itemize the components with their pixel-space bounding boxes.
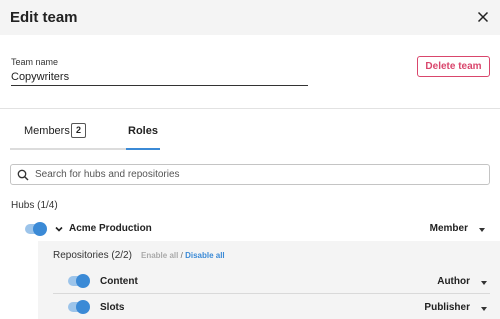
disable-all-link[interactable]: Disable all: [185, 251, 225, 260]
repositories-panel: Repositories (2/2) Enable all / Disable …: [38, 241, 500, 319]
caret-down-icon: [481, 307, 487, 311]
hub-enabled-toggle[interactable]: [25, 222, 47, 236]
repo-bulk-actions: Enable all / Disable all: [141, 251, 225, 260]
hub-role-select[interactable]: Member: [368, 223, 488, 237]
team-name-input[interactable]: [11, 68, 308, 86]
repository-row: Content Author: [53, 268, 490, 294]
repository-role-select[interactable]: Publisher: [370, 302, 490, 316]
repository-row: Slots Publisher: [53, 294, 490, 319]
search-box: [10, 164, 490, 185]
repository-name: Content: [100, 276, 138, 287]
close-button[interactable]: [474, 8, 492, 26]
repositories-header: Repositories (2/2): [53, 250, 132, 261]
delete-team-button[interactable]: Delete team: [417, 56, 490, 77]
repository-role-value: Author: [437, 276, 470, 287]
team-name-label: Team name: [11, 57, 59, 67]
tab-members[interactable]: Members 2: [10, 116, 126, 150]
hub-role-value: Member: [429, 223, 468, 234]
members-count-badge: 2: [71, 123, 86, 138]
chevron-down-icon[interactable]: [54, 224, 64, 234]
tab-roles-label: Roles: [128, 125, 158, 137]
caret-down-icon: [481, 281, 487, 285]
hub-name: Acme Production: [69, 223, 152, 234]
tab-roles[interactable]: Roles: [126, 116, 160, 150]
dialog-header: Edit team: [0, 0, 500, 35]
close-icon: [477, 11, 489, 23]
dialog-title: Edit team: [10, 9, 78, 26]
repository-enabled-toggle[interactable]: [68, 274, 90, 288]
repository-enabled-toggle[interactable]: [68, 300, 90, 314]
caret-down-icon: [479, 228, 485, 232]
search-icon: [17, 169, 29, 181]
search-input[interactable]: [35, 167, 475, 182]
toggle-knob: [76, 274, 90, 288]
toggle-knob: [76, 300, 90, 314]
enable-all-link[interactable]: Enable all: [141, 251, 178, 260]
divider: [0, 108, 500, 109]
hubs-header: Hubs (1/4): [11, 200, 58, 211]
tab-members-label: Members: [24, 125, 70, 137]
hub-row: Acme Production Member: [0, 217, 500, 241]
repository-role-value: Publisher: [424, 302, 470, 313]
repository-role-select[interactable]: Author: [370, 276, 490, 290]
repository-name: Slots: [100, 302, 125, 313]
tab-bar: Members 2 Roles: [10, 116, 490, 150]
separator: /: [180, 251, 183, 260]
toggle-knob: [33, 222, 47, 236]
